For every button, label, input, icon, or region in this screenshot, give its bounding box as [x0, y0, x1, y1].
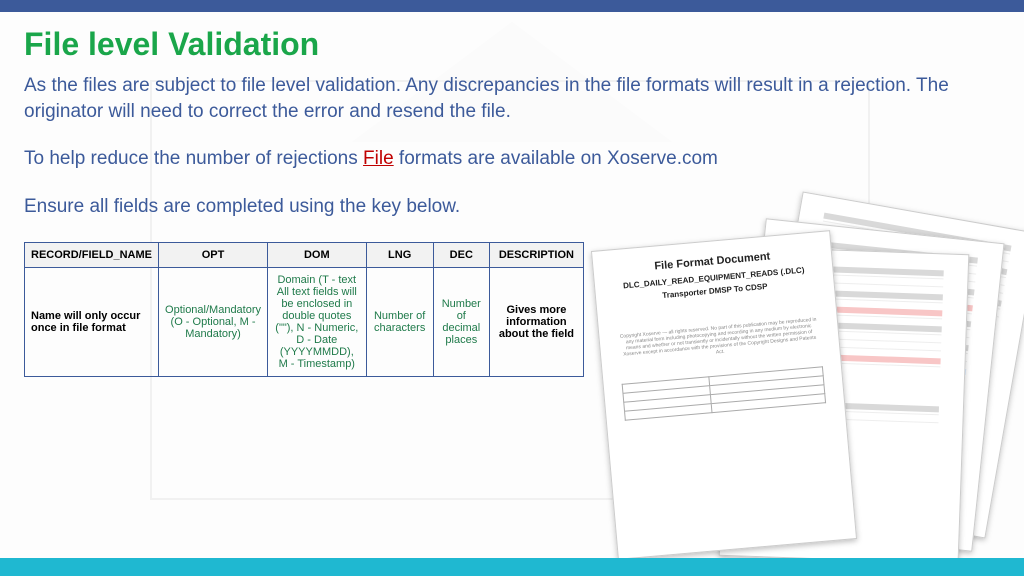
- cell-dec: Number of decimal places: [433, 267, 489, 376]
- table-header-row: RECORD/FIELD_NAME OPT DOM LNG DEC DESCRI…: [25, 242, 584, 267]
- top-accent-bar: [0, 0, 1024, 12]
- col-dom: DOM: [268, 242, 367, 267]
- cell-opt: Optional/Mandatory (O - Optional, M - Ma…: [159, 267, 268, 376]
- link-post-text: formats are available on Xoserve.com: [394, 148, 718, 169]
- link-pre-text: To help reduce the number of rejections: [24, 148, 363, 169]
- col-opt: OPT: [159, 242, 268, 267]
- intro-paragraph: As the files are subject to file level v…: [24, 73, 1000, 124]
- cell-lng: Number of characters: [366, 267, 433, 376]
- document-fan: File Format Document DLC_DAILY_READ_EQUI…: [584, 230, 984, 570]
- table-row: Name will only occur once in file format…: [25, 267, 584, 376]
- col-dec: DEC: [433, 242, 489, 267]
- page-title: File level Validation: [24, 26, 1000, 63]
- link-paragraph: To help reduce the number of rejections …: [24, 146, 1000, 172]
- doc-page-front: File Format Document DLC_DAILY_READ_EQUI…: [591, 230, 857, 560]
- key-table-wrap: RECORD/FIELD_NAME OPT DOM LNG DEC DESCRI…: [24, 242, 584, 377]
- cell-name: Name will only occur once in file format: [25, 267, 159, 376]
- doc-mini-table: [622, 366, 826, 420]
- bottom-accent-bar: [0, 558, 1024, 576]
- col-description: DESCRIPTION: [489, 242, 583, 267]
- col-record-field-name: RECORD/FIELD_NAME: [25, 242, 159, 267]
- cell-desc: Gives more information about the field: [489, 267, 583, 376]
- key-table: RECORD/FIELD_NAME OPT DOM LNG DEC DESCRI…: [24, 242, 584, 377]
- doc-fineprint: Copyright Xoserve — all rights reserved.…: [617, 316, 821, 363]
- col-lng: LNG: [366, 242, 433, 267]
- file-link[interactable]: File: [363, 148, 394, 169]
- cell-dom: Domain (T - text All text fields will be…: [268, 267, 367, 376]
